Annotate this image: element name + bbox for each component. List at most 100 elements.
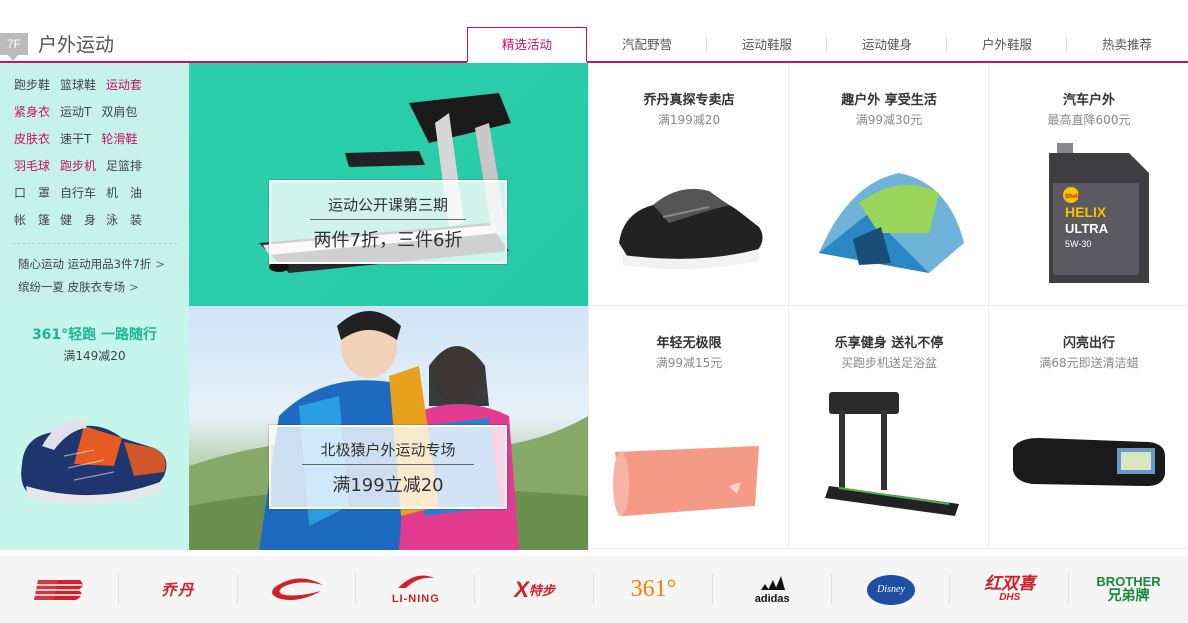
category-link[interactable]: 速干T: [60, 129, 91, 156]
brand-brother[interactable]: BROTHER 兄弟牌: [1069, 556, 1188, 623]
banner-offer: 满199立减20: [332, 475, 444, 496]
disney-logo: Disney: [866, 574, 915, 605]
product-subtitle: 满68元即送清洁蜡: [1039, 356, 1139, 370]
category-link[interactable]: 机 油: [106, 183, 142, 210]
banner-title: 运动公开课第三期: [309, 194, 466, 220]
running-shoe-image: [21, 419, 167, 504]
product-card-motor-oil[interactable]: 汽车户外 最高直降600元 Shell HELIX ULTRA 5W-30: [988, 63, 1188, 306]
product-subtitle: 最高直降600元: [1047, 113, 1131, 127]
product-subtitle: 满199减20: [657, 113, 721, 127]
dhs-wordmark: DHS: [999, 592, 1021, 603]
floor-title: 户外运动: [38, 34, 115, 56]
tab-sport-apparel[interactable]: 运动鞋服: [707, 27, 827, 63]
product-card-tent[interactable]: 趣户外 享受生活 满99减30元: [788, 63, 988, 306]
category-link[interactable]: 皮肤衣: [14, 129, 50, 156]
category-link[interactable]: 自行车: [60, 183, 96, 210]
oil-grade-text: 5W-30: [1065, 239, 1091, 249]
brand-qiaodan[interactable]: 乔丹: [119, 556, 238, 623]
category-link[interactable]: 轮滑鞋: [101, 129, 137, 156]
oil-line2-text: ULTRA: [1065, 221, 1109, 236]
product-title: 趣户外 享受生活: [841, 93, 937, 108]
side-promo-title: 361°轻跑 一路随行: [31, 327, 158, 343]
black-running-shoe-image: [619, 188, 763, 270]
brand-361[interactable]: 361°: [594, 556, 713, 623]
brand-strip: 乔丹 LI-NING X 特步 361° adidas Disney 红双喜 D…: [0, 556, 1188, 623]
product-title: 乔丹真探专卖店: [643, 93, 735, 108]
category-link[interactable]: 帐 篷: [14, 210, 50, 237]
floor-tabs: 精选活动 汽配野营 运动鞋服 运动健身 户外鞋服 热卖推荐: [467, 27, 1187, 63]
banner-title: 北极猿户外运动专场: [302, 439, 474, 465]
banner-fitness-class[interactable]: 运动公开课第三期 两件7折，三件6折: [189, 63, 588, 306]
brand-dhs[interactable]: 红双喜 DHS: [950, 556, 1069, 623]
tab-auto-camping[interactable]: 汽配野营: [587, 27, 707, 63]
product-title: 闪亮出行: [1062, 336, 1115, 351]
tab-outdoor-apparel[interactable]: 户外鞋服: [947, 27, 1067, 63]
oil-line1-text: HELIX: [1065, 204, 1107, 220]
adidas-stripes-icon: [761, 576, 786, 590]
camping-tent-image: [819, 173, 964, 273]
brand-li-ning[interactable]: LI-NING: [356, 556, 475, 623]
product-subtitle: 满99减30元: [855, 113, 923, 127]
brother-wordmark: BROTHER: [1096, 573, 1161, 589]
category-link[interactable]: 口 罩: [14, 183, 50, 210]
banner-overlay: 北极猿户外运动专场 满199立减20: [268, 424, 508, 510]
xtep-logo: X: [514, 576, 529, 602]
product-subtitle: 满99减15元: [655, 356, 723, 370]
floor-number-badge: 7F: [0, 33, 28, 61]
tab-featured[interactable]: 精选活动: [467, 27, 587, 63]
side-promo-subtitle: 满149减20: [63, 349, 126, 363]
category-panel: 跑步鞋 篮球鞋 运动套 紧身衣 运动T 双肩包 皮肤衣 速干T 轮滑鞋 羽毛球 跑步机 足篮排 …: [0, 63, 189, 306]
product-card-treadmill[interactable]: 乐享健身 送礼不停 买跑步机送足浴盆: [788, 306, 988, 549]
brand-adidas[interactable]: adidas: [713, 556, 832, 623]
tab-fitness[interactable]: 运动健身: [827, 27, 947, 63]
new-balance-logo: [34, 579, 83, 600]
promo-link-sports[interactable]: 随心运动 运动用品3件7折 >: [18, 256, 165, 272]
category-link[interactable]: 健 身: [60, 210, 96, 237]
qiaodan-logo: 乔丹: [161, 581, 196, 599]
adidas-wordmark: adidas: [754, 593, 790, 605]
category-link[interactable]: 运动套: [106, 75, 142, 102]
category-links: 跑步鞋 篮球鞋 运动套 紧身衣 运动T 双肩包 皮肤衣 速干T 轮滑鞋 羽毛球 跑步机 足篮排 …: [14, 75, 179, 237]
brother-chinese: 兄弟牌: [1107, 587, 1150, 604]
banner-outdoor-sale[interactable]: 北极猿户外运动专场 满199立减20: [189, 306, 588, 550]
category-link[interactable]: 双肩包: [101, 102, 137, 129]
category-link[interactable]: 篮球鞋: [60, 75, 96, 102]
product-card-jordan[interactable]: 乔丹真探专卖店 满199减20: [588, 63, 788, 306]
product-title: 汽车户外: [1062, 93, 1115, 108]
rearview-mirror-image: [1013, 438, 1165, 486]
panel-divider: [12, 243, 177, 244]
red-swirl-logo: [272, 577, 323, 600]
category-link[interactable]: 泳 装: [106, 210, 142, 237]
category-link[interactable]: 跑步机: [60, 156, 96, 183]
product-card-dvr-mirror[interactable]: 闪亮出行 满68元即送清洁蜡: [988, 306, 1188, 549]
brand-swoosh-logo[interactable]: [238, 556, 357, 623]
xtep-text: 特步: [528, 584, 555, 599]
banner-overlay: 运动公开课第三期 两件7折，三件6折: [268, 179, 508, 265]
category-link[interactable]: 跑步鞋: [14, 75, 50, 102]
category-link[interactable]: 足篮排: [106, 156, 142, 183]
li-ning-mark: [397, 575, 434, 588]
yoga-mat-image: [613, 446, 759, 516]
banner-offer: 两件7折，三件6折: [313, 230, 463, 251]
product-title: 乐享健身 送礼不停: [834, 336, 944, 351]
category-link[interactable]: 紧身衣: [14, 102, 50, 129]
product-subtitle: 买跑步机送足浴盆: [840, 356, 937, 370]
side-promo-361[interactable]: 361°轻跑 一路随行 满149减20: [0, 306, 189, 550]
tab-hot-picks[interactable]: 热卖推荐: [1067, 27, 1187, 63]
category-link[interactable]: 羽毛球: [14, 156, 50, 183]
shell-helix-oil-image: Shell HELIX ULTRA 5W-30: [1049, 143, 1149, 283]
brand-xtep[interactable]: X 特步: [475, 556, 594, 623]
brand-disney[interactable]: Disney: [832, 556, 951, 623]
361-logo: 361°: [630, 576, 677, 602]
brand-new-balance[interactable]: [0, 556, 119, 623]
promo-link-skin-coat[interactable]: 缤纷一夏 皮肤衣专场 >: [18, 279, 139, 295]
floor-header: 7F 户外运动 精选活动 汽配野营 运动鞋服 运动健身 户外鞋服 热卖推荐: [0, 0, 1188, 63]
product-grid: 乔丹真探专卖店 满199减20 趣户外 享受生活 满99减30元 汽车户外 最高…: [588, 63, 1188, 550]
treadmill-product-image: [825, 392, 959, 516]
li-ning-wordmark: LI-NING: [391, 593, 440, 605]
product-card-yoga-mat[interactable]: 年轻无极限 满99减15元: [588, 306, 788, 549]
oil-brand-text: Shell: [1065, 194, 1080, 200]
category-link[interactable]: 运动T: [60, 102, 91, 129]
dhs-logo: 红双喜: [984, 574, 1036, 594]
product-title: 年轻无极限: [656, 336, 722, 351]
